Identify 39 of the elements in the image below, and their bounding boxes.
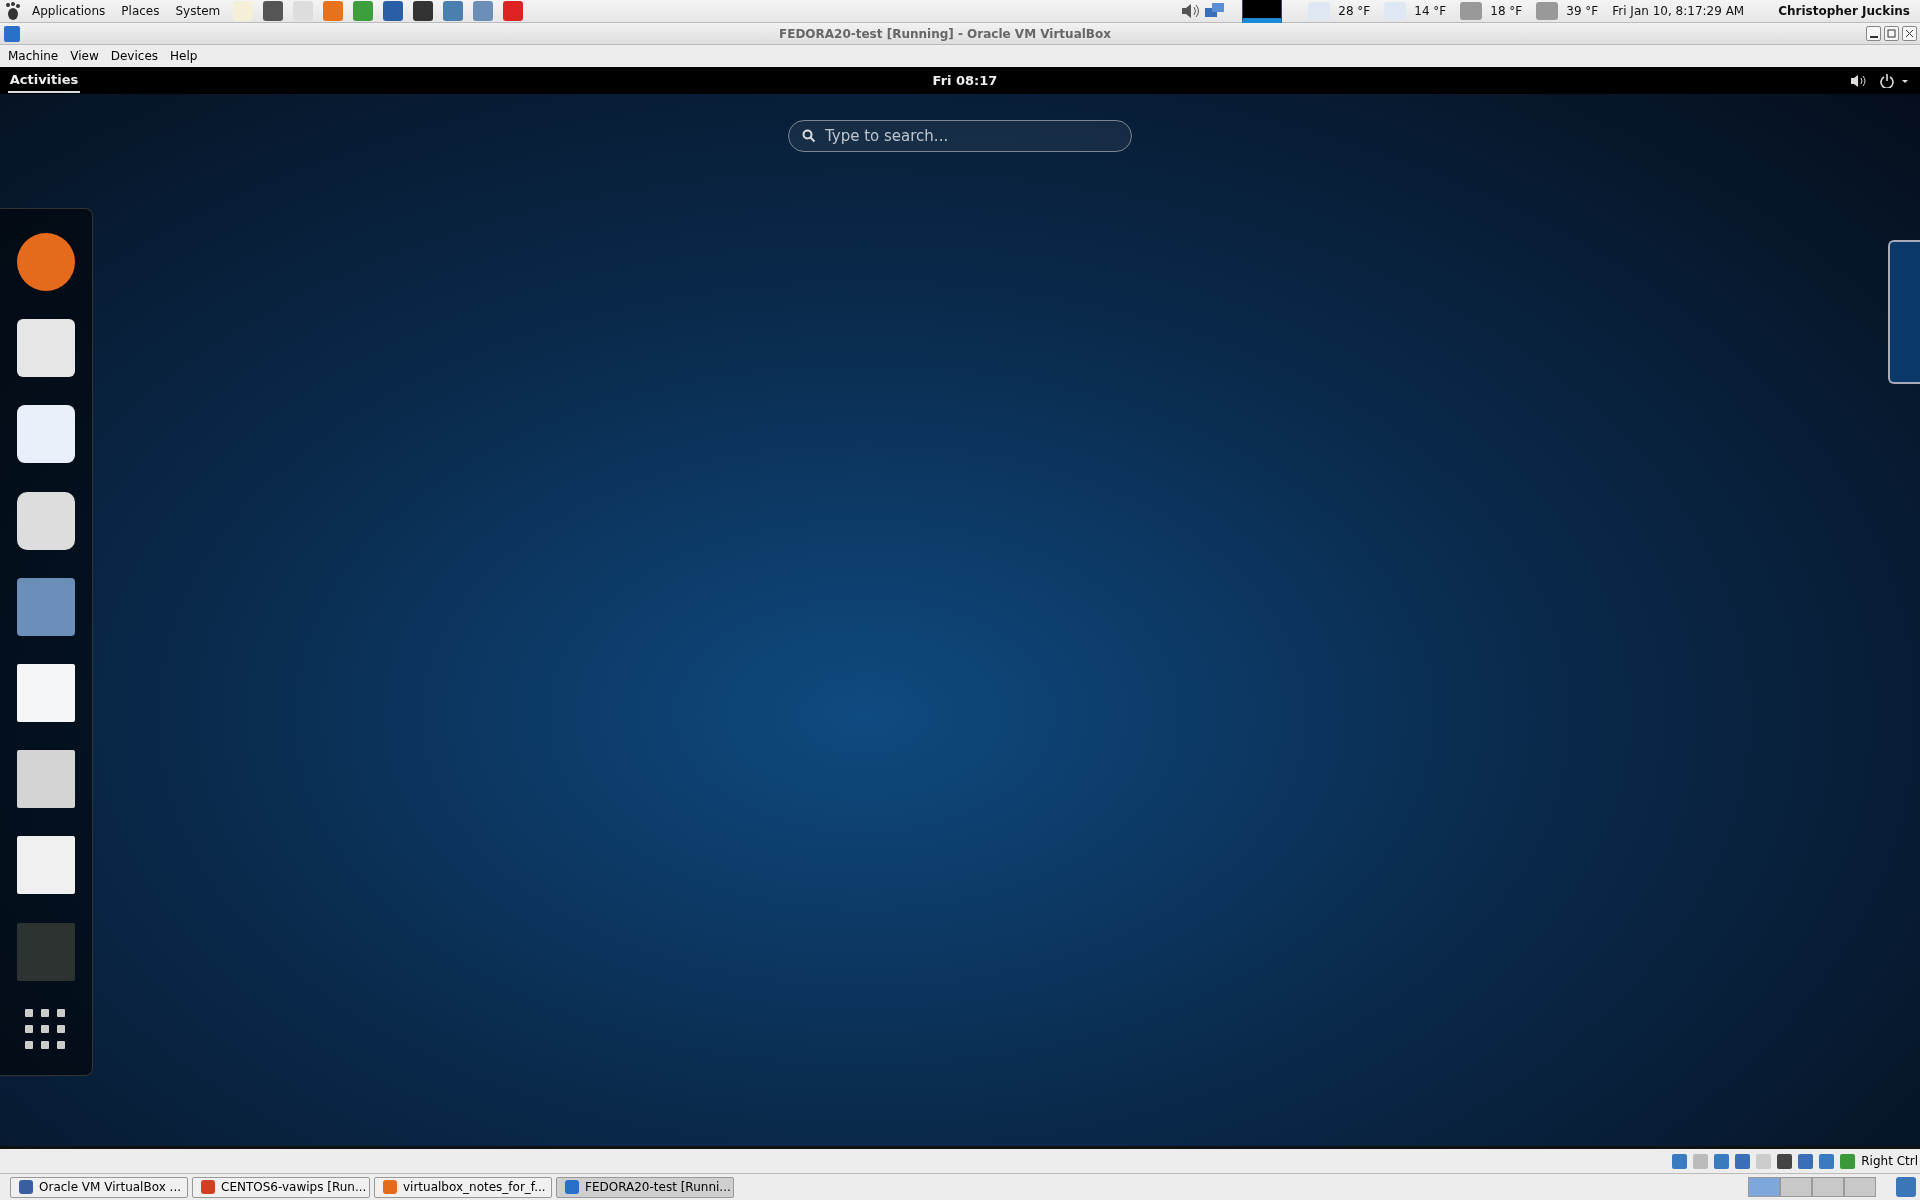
foot-logo-icon[interactable] [4,2,22,20]
shell-clock[interactable]: Fri 08:17 [80,73,1850,88]
minimize-button[interactable] [1866,26,1881,41]
user-name[interactable]: Christopher Juckins [1778,4,1910,18]
power-icon[interactable] [1880,73,1910,88]
taskbar-task[interactable]: Oracle VM VirtualBox ... [10,1176,188,1198]
weather-reading: 28 °F [1338,4,1371,18]
taskbar-task[interactable]: CENTOS6-vawips [Run... [192,1176,370,1198]
panel-clock[interactable]: Fri Jan 10, 8:17:29 AM [1612,4,1745,18]
menu-item[interactable]: View [64,49,105,63]
search-icon [802,129,816,143]
menu-item[interactable]: Devices [104,49,164,63]
maximize-icon [1887,29,1896,38]
close-icon [1905,29,1914,38]
panel-menu[interactable]: System [169,4,227,18]
minimize-icon [1869,35,1878,38]
panel-menu[interactable]: Places [115,4,166,18]
weather-reading: 14 °F [1414,4,1447,18]
close-button[interactable] [1902,26,1917,41]
search-field[interactable]: Type to search... [788,120,1132,152]
taskbar-task[interactable]: FEDORA20-test [Runni... [556,1176,734,1198]
menu-item[interactable]: Machine [2,49,65,63]
taskbar-task[interactable]: virtualbox_notes_for_f... [374,1176,552,1198]
system-monitor-graph[interactable] [1242,0,1283,23]
weather-reading: 39 °F [1566,4,1599,18]
window-title: FEDORA20-test [Running] - Oracle VM VirtualBox [778,26,1112,41]
menu-item[interactable]: Help [164,49,204,63]
workspace-switcher-button[interactable] [1844,1177,1876,1197]
panel-menu[interactable]: Applications [26,4,112,18]
volume-icon[interactable] [1850,73,1866,88]
workspace-switcher-button[interactable] [1780,1177,1812,1197]
network-icon[interactable] [1204,2,1227,20]
activities-button[interactable]: Activities [8,68,80,93]
weather-reading: 18 °F [1490,4,1523,18]
workspace-thumbnail[interactable] [1888,240,1920,384]
workspace-switcher-button[interactable] [1748,1177,1780,1197]
app-grid-icon[interactable] [25,1008,67,1051]
workspace-switcher-button[interactable] [1812,1177,1844,1197]
host-key-label: Right Ctrl [1861,1154,1918,1168]
